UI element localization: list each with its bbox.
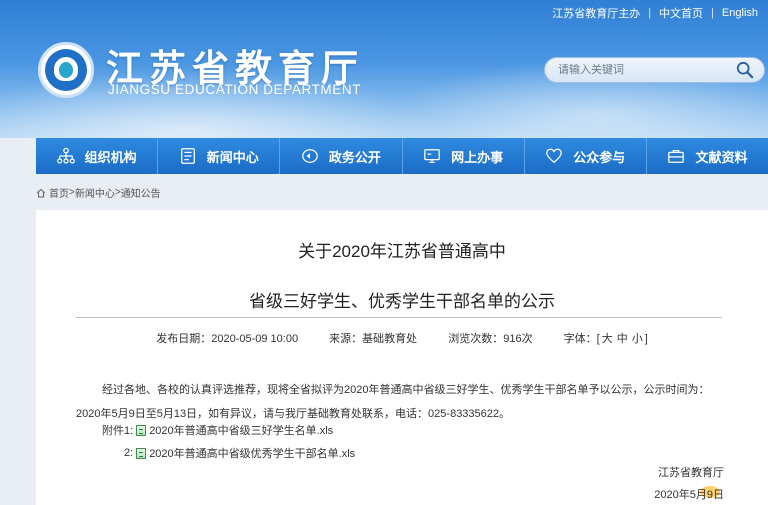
article-meta: 发布日期：2020-05-09 10:00 来源：基础教育处 浏览次数：916次…	[36, 330, 768, 346]
search-icon[interactable]	[736, 61, 754, 79]
nav-label: 新闻中心	[206, 149, 259, 165]
xls-file-icon	[136, 424, 147, 436]
home-icon	[36, 188, 46, 198]
eye-icon	[302, 149, 318, 163]
nav-label: 组织机构	[84, 149, 137, 165]
article-title-line2: 省级三好学生、优秀学生干部名单的公示	[249, 292, 555, 311]
article-panel: 关于2020年江苏省普通高中 省级三好学生、优秀学生干部名单的公示 发布日期：2…	[36, 210, 768, 505]
search-box	[544, 57, 765, 83]
nav-item-org[interactable]: 组织机构	[36, 138, 159, 174]
chinese-home-link[interactable]: 中文首页	[659, 5, 703, 21]
site-header: 江苏省教育厅主办 | 中文首页 | English 江苏省教育厅 JIANGSU…	[0, 0, 768, 138]
article-title-line1: 关于2020年江苏省普通高中	[298, 242, 506, 261]
nav-label: 政务公开	[328, 149, 381, 165]
heart-icon	[546, 148, 563, 164]
sponsor-link[interactable]: 江苏省教育厅主办	[552, 5, 640, 21]
english-link[interactable]: English	[722, 7, 758, 19]
breadcrumb-notice[interactable]: 通知公告	[121, 185, 161, 200]
attachment-1: 附件1: 2020年普通高中省级三好学生名单.xls	[102, 422, 333, 438]
logo-emblem-icon[interactable]	[38, 42, 94, 98]
xls-file-icon	[136, 447, 147, 459]
nav-label: 网上办事	[451, 149, 504, 165]
attachment-1-link[interactable]: 2020年普通高中省级三好学生名单.xls	[149, 422, 333, 438]
font-large-button[interactable]: 大	[602, 333, 613, 345]
font-medium-button[interactable]: 中	[617, 333, 628, 345]
breadcrumb-home[interactable]: 首页	[49, 185, 69, 200]
breadcrumb: 首页 > 新闻中心 > 通知公告	[36, 185, 161, 200]
briefcase-icon	[668, 149, 685, 163]
attachment-2-link[interactable]: 2020年普通高中省级优秀学生干部名单.xls	[149, 445, 355, 461]
font-small-button[interactable]: 小	[632, 333, 643, 345]
monitor-icon	[424, 149, 440, 163]
breadcrumb-news[interactable]: 新闻中心	[75, 185, 115, 200]
main-nav: 组织机构 新闻中心 政务公开 网上办事 公众参与 文献资料	[36, 138, 768, 174]
signature-date: 2020年5月9日	[654, 489, 724, 501]
view-count: 浏览次数：916次	[448, 333, 533, 345]
news-icon	[180, 148, 195, 164]
nav-label: 公众参与	[573, 149, 626, 165]
publish-date: 发布日期：2020-05-09 10:00	[156, 333, 299, 345]
nav-item-documents[interactable]: 文献资料	[647, 138, 768, 174]
org-chart-icon	[56, 147, 75, 164]
nav-item-online-service[interactable]: 网上办事	[403, 138, 525, 174]
nav-item-affairs[interactable]: 政务公开	[280, 138, 403, 174]
signature: 江苏省教育厅	[658, 467, 724, 479]
nav-item-public[interactable]: 公众参与	[525, 138, 647, 174]
top-links: 江苏省教育厅主办 | 中文首页 | English	[552, 5, 758, 21]
logo-subtitle: JIANGSU EDUCATION DEPARTMENT	[108, 82, 362, 97]
nav-label: 文献资料	[695, 149, 748, 165]
article-body: 经过各地、各校的认真评选推荐，现将全省拟评为2020年普通高中省级三好学生、优秀…	[76, 384, 710, 420]
attachment-2: 2: 2020年普通高中省级优秀学生干部名单.xls	[124, 445, 356, 461]
search-input[interactable]	[545, 64, 725, 76]
title-divider	[76, 317, 722, 318]
source: 来源：基础教育处	[329, 333, 418, 345]
nav-item-news[interactable]: 新闻中心	[158, 138, 281, 174]
font-size-control: 字体：[大中小]	[563, 333, 648, 345]
